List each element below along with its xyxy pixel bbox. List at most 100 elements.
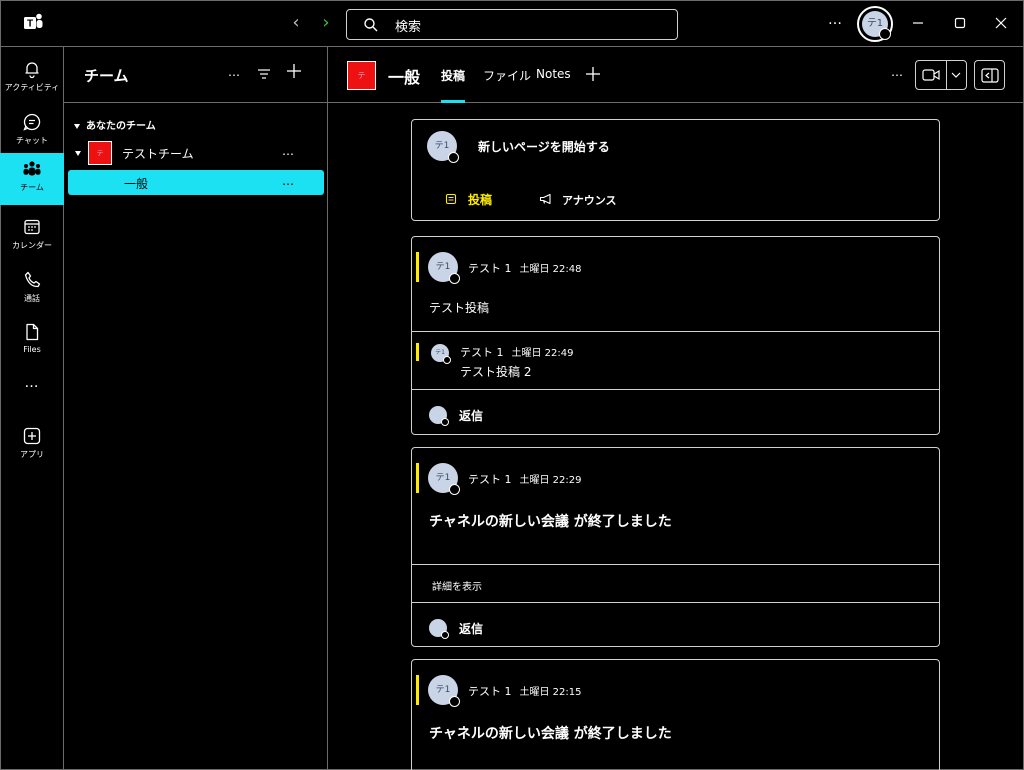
channel-team-avatar: テ xyxy=(347,61,376,90)
app-rail: アクティビティ チャット チーム カレンダー 通話 Files … アプリ xyxy=(0,47,64,770)
post-author: テスト 1 xyxy=(468,685,512,698)
view-details-link[interactable]: 詳細を表示 xyxy=(432,578,482,593)
reply-text: テスト投稿 2 xyxy=(460,365,532,379)
minimize-icon[interactable] xyxy=(908,13,928,33)
tab-notes[interactable]: Notes xyxy=(536,67,571,103)
new-post-card: テ1 新しいページを開始する 投稿 アナウンス xyxy=(411,119,940,221)
open-side-panel-button[interactable] xyxy=(974,60,1005,90)
team-more-icon[interactable]: … xyxy=(282,144,295,158)
reply-button[interactable]: 返信 xyxy=(459,620,483,637)
rail-item-teams[interactable]: チーム xyxy=(0,153,64,205)
maximize-icon[interactable] xyxy=(950,13,970,33)
divider xyxy=(412,331,939,332)
add-team-icon[interactable] xyxy=(286,63,302,79)
reply-time: 土曜日 22:49 xyxy=(511,348,574,359)
rail-label: Files xyxy=(23,345,41,354)
megaphone-icon xyxy=(539,193,551,205)
add-tab-icon[interactable] xyxy=(585,66,601,82)
highlight-bar xyxy=(416,675,419,705)
teams-title: チーム xyxy=(84,67,129,85)
rail-label: アクティビティ xyxy=(4,83,60,92)
team-name: テストチーム xyxy=(122,147,194,161)
avatar: テ1 xyxy=(428,463,460,495)
status-badge xyxy=(449,273,460,284)
team-avatar: テ xyxy=(88,141,112,165)
post-time: 土曜日 22:15 xyxy=(519,687,582,698)
post-meta: テスト 1 土曜日 22:15 xyxy=(468,683,582,699)
status-badge xyxy=(448,152,459,163)
meet-button[interactable] xyxy=(915,60,967,90)
avatar-initials: テ1 xyxy=(435,349,445,356)
new-page-prompt[interactable]: 新しいページを開始する xyxy=(478,138,610,155)
chat-icon xyxy=(23,113,41,131)
highlight-bar xyxy=(416,463,419,493)
status-badge xyxy=(879,28,891,40)
channel-item-general[interactable]: 一般 … xyxy=(68,170,324,195)
side-panel-icon xyxy=(981,68,999,83)
your-teams-section[interactable]: あなたのチーム xyxy=(74,117,156,132)
post-card: テ1 テスト 1 土曜日 22:48 テスト投稿 テ1 テスト 1 土曜日 22:4… xyxy=(411,236,940,435)
reply-author: テスト 1 xyxy=(460,346,504,359)
rail-item-calls[interactable]: 通話 xyxy=(0,264,64,316)
avatar xyxy=(429,619,449,639)
add-app-icon xyxy=(23,427,41,445)
status-badge xyxy=(441,418,449,426)
avatar: テ1 xyxy=(431,344,451,364)
phone-icon xyxy=(24,271,41,288)
channel-name: 一般 xyxy=(124,177,149,191)
back-arrow-icon[interactable]: ‹ xyxy=(288,14,304,32)
post-text: テスト投稿 xyxy=(429,301,490,315)
rail-label: カレンダー xyxy=(12,241,52,250)
svg-text:T: T xyxy=(27,19,33,30)
announcement-button[interactable]: アナウンス xyxy=(562,192,617,208)
highlight-bar xyxy=(416,252,419,282)
reply-button[interactable]: 返信 xyxy=(459,407,483,424)
post-button[interactable]: 投稿 xyxy=(468,191,492,208)
channel-more-icon[interactable]: … xyxy=(891,65,904,79)
search-icon xyxy=(364,18,378,32)
avatar: テ1 xyxy=(427,131,459,163)
rail-item-apps[interactable]: アプリ xyxy=(0,420,64,472)
close-icon[interactable] xyxy=(991,13,1011,33)
post-author: テスト 1 xyxy=(468,473,512,486)
rail-label: 通話 xyxy=(24,294,40,303)
rail-label: チャット xyxy=(16,136,48,145)
status-badge xyxy=(441,631,449,639)
chevron-down-icon[interactable] xyxy=(950,71,962,79)
more-icon: … xyxy=(24,375,40,391)
teams-header: チーム … xyxy=(64,47,328,103)
post-author: テスト 1 xyxy=(468,262,512,275)
button-divider xyxy=(946,61,947,89)
team-item[interactable]: テ テストチーム … xyxy=(74,141,324,165)
avatar-initials: テ1 xyxy=(435,685,451,695)
rail-item-files[interactable]: Files xyxy=(0,316,64,368)
profile-avatar[interactable]: テ1 xyxy=(857,6,893,42)
divider xyxy=(412,602,939,603)
divider xyxy=(412,389,939,390)
filter-icon[interactable] xyxy=(257,67,271,81)
forward-arrow-icon[interactable]: › xyxy=(318,14,334,32)
post-meta: テスト 1 土曜日 22:29 xyxy=(468,471,582,487)
avatar-initials: テ1 xyxy=(435,473,451,483)
post-time: 土曜日 22:29 xyxy=(519,475,582,486)
rail-item-calendar[interactable]: カレンダー xyxy=(0,211,64,263)
tab-files[interactable]: ファイル xyxy=(483,67,531,103)
avatar: テ1 xyxy=(428,252,460,284)
rail-item-activity[interactable]: アクティビティ xyxy=(0,53,64,105)
rail-item-chat[interactable]: チャット xyxy=(0,106,64,158)
file-icon xyxy=(26,323,39,341)
search-input[interactable]: 検索 xyxy=(346,9,678,40)
status-badge xyxy=(443,356,451,364)
video-camera-icon xyxy=(922,69,940,81)
post-card: テ1 テスト 1 土曜日 22:15 チャネルの新しい会議 が終了しました xyxy=(411,659,940,770)
post-card: テ1 テスト 1 土曜日 22:29 チャネルの新しい会議 が終了しました 詳細を… xyxy=(411,447,940,647)
teams-more-icon[interactable]: … xyxy=(228,65,241,79)
channel-more-icon[interactable]: … xyxy=(282,174,295,188)
reply-meta: テスト 1 土曜日 22:49 xyxy=(460,344,574,360)
tab-posts[interactable]: 投稿 xyxy=(441,67,466,103)
titlebar-more-icon[interactable]: … xyxy=(828,12,843,28)
avatar-initials: テ1 xyxy=(435,262,451,272)
caret-down-icon xyxy=(75,151,81,156)
post-meta: テスト 1 土曜日 22:48 xyxy=(468,260,582,276)
rail-item-more[interactable]: … xyxy=(0,375,64,403)
